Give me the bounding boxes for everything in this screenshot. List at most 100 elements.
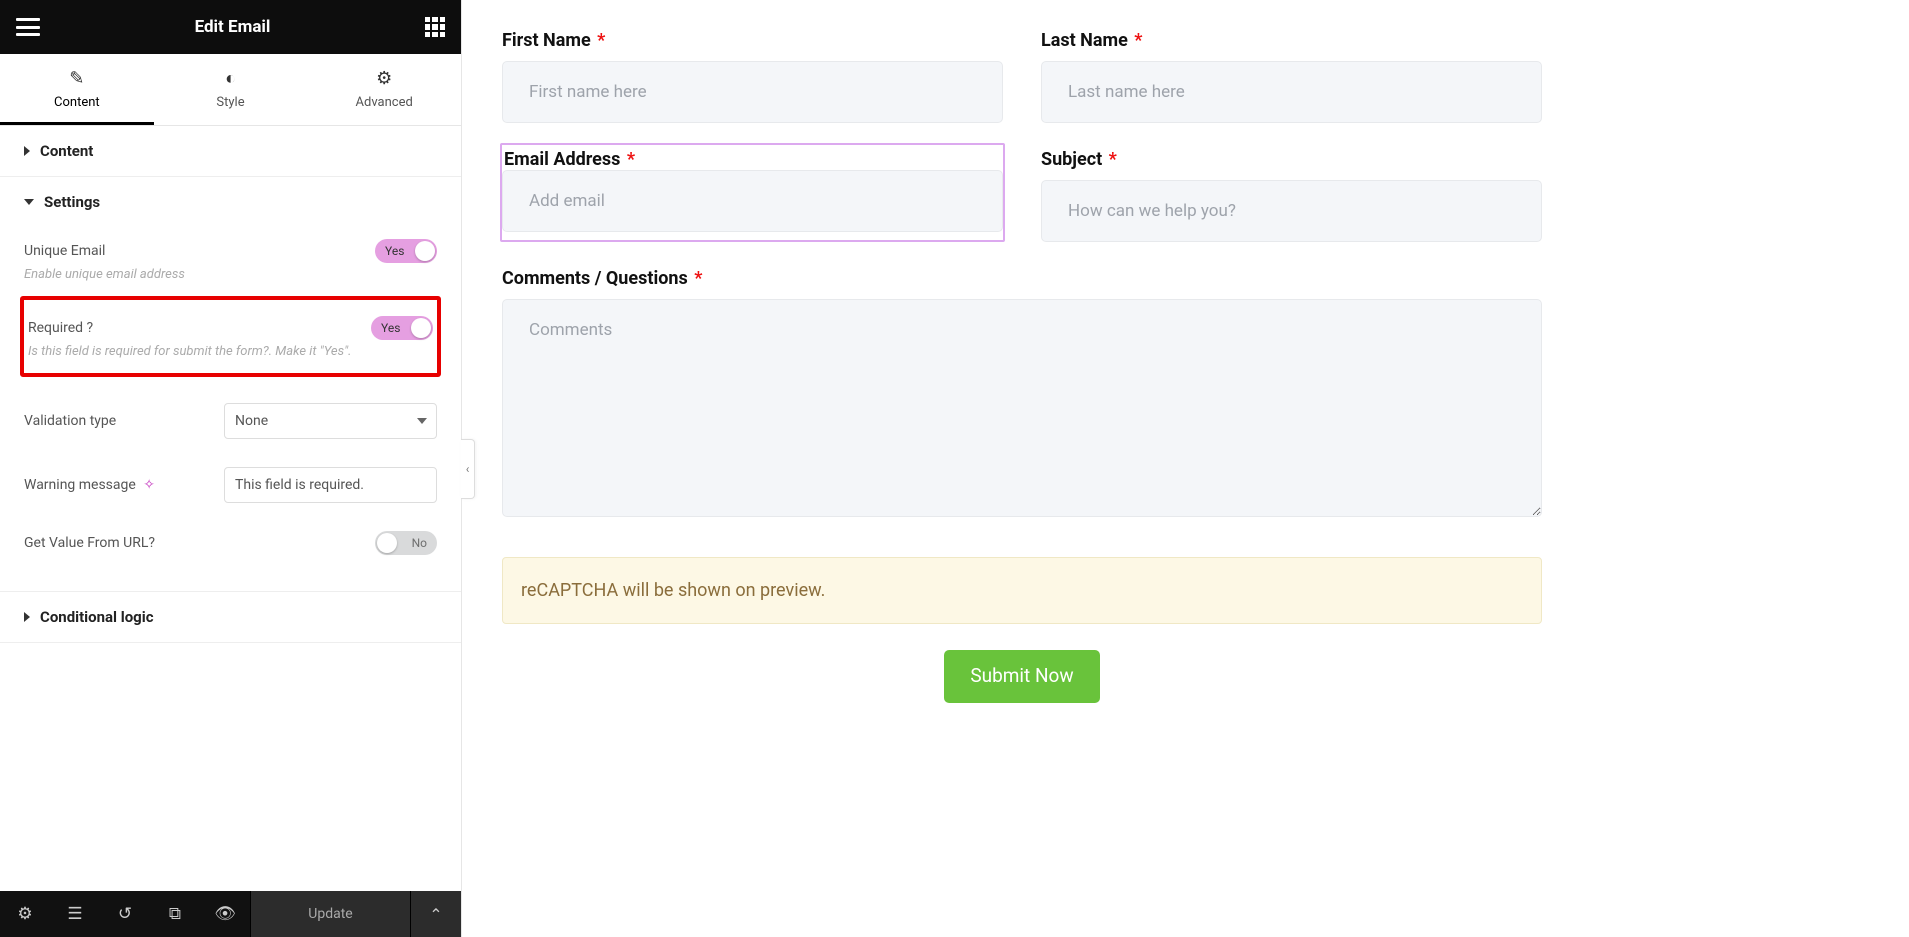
required-marker: * [593, 30, 606, 51]
field-comments[interactable]: Comments / Questions * [502, 268, 1542, 517]
section-conditional-label: Conditional logic [40, 608, 154, 626]
first-name-label: First Name * [502, 30, 1003, 51]
recaptcha-notice: reCAPTCHA will be shown on preview. [502, 557, 1542, 624]
tab-style-label: Style [216, 95, 244, 110]
unique-email-label: Unique Email [24, 243, 105, 259]
panel-header: Edit Email [0, 0, 461, 54]
editor-panel: Edit Email ✎ Content ◐ Style ⚙ Advanced … [0, 0, 462, 937]
form-preview: First Name * Last Name * Email Address *… [502, 30, 1542, 517]
comments-label-text: Comments / Questions [502, 268, 688, 289]
caret-right-icon [24, 146, 30, 156]
chevron-up-icon: ⌃ [429, 905, 442, 924]
unique-email-toggle-label: Yes [385, 244, 404, 258]
section-content-header[interactable]: Content [0, 126, 461, 176]
update-options-button[interactable]: ⌃ [411, 891, 461, 937]
required-label: Required ? [28, 320, 93, 336]
section-settings: Settings Unique Email Yes Enable unique … [0, 177, 461, 592]
caret-right-icon [24, 612, 30, 622]
contrast-icon: ◐ [154, 68, 308, 89]
field-last-name[interactable]: Last Name * [1041, 30, 1542, 123]
menu-icon[interactable] [16, 18, 40, 36]
warning-input[interactable] [224, 467, 437, 503]
subject-label: Subject * [1041, 149, 1542, 170]
history-icon: ↺ [118, 904, 132, 924]
devices-icon: ⧉ [169, 904, 181, 924]
email-input[interactable] [502, 170, 1003, 232]
unique-email-desc: Enable unique email address [24, 267, 437, 288]
tab-advanced[interactable]: ⚙ Advanced [307, 54, 461, 125]
gear-icon: ⚙ [307, 68, 461, 89]
required-marker: * [622, 149, 635, 170]
toggle-knob [411, 318, 431, 338]
control-unique-email: Unique Email Yes [24, 229, 437, 267]
submit-label: Submit Now [970, 664, 1073, 687]
footer-history-button[interactable]: ↺ [100, 891, 150, 937]
subject-input[interactable] [1041, 180, 1542, 242]
email-label-text: Email Address [504, 149, 620, 170]
field-subject[interactable]: Subject * [1041, 149, 1542, 242]
required-marker: * [1104, 149, 1117, 170]
required-toggle[interactable]: Yes [371, 316, 433, 340]
panel-footer: ⚙ ☰ ↺ ⧉ 👁 Update ⌃ [0, 891, 461, 937]
ai-sparkle-icon[interactable]: ✧ [143, 477, 155, 493]
control-from-url: Get Value From URL? No [24, 517, 437, 569]
tab-content-label: Content [54, 95, 100, 110]
section-conditional: Conditional logic [0, 592, 461, 643]
section-settings-label: Settings [44, 193, 100, 211]
warning-label-text: Warning message [24, 477, 136, 493]
warning-label: Warning message ✧ [24, 477, 224, 493]
control-validation: Validation type None [24, 389, 437, 453]
footer-settings-button[interactable]: ⚙ [0, 891, 50, 937]
panel-tabs: ✎ Content ◐ Style ⚙ Advanced [0, 54, 461, 126]
section-settings-body: Unique Email Yes Enable unique email add… [0, 227, 461, 591]
control-warning: Warning message ✧ [24, 453, 437, 517]
tab-advanced-label: Advanced [356, 95, 413, 110]
collapse-panel-handle[interactable]: ‹ [461, 439, 475, 499]
tab-content[interactable]: ✎ Content [0, 54, 154, 125]
unique-email-toggle[interactable]: Yes [375, 239, 437, 263]
update-button[interactable]: Update [250, 891, 411, 937]
gear-icon: ⚙ [17, 904, 32, 924]
email-label: Email Address * [502, 149, 635, 170]
apps-grid-icon[interactable] [425, 17, 445, 37]
first-name-label-text: First Name [502, 30, 591, 51]
toggle-knob [377, 533, 397, 553]
validation-select-wrap: None [224, 403, 437, 439]
section-settings-header[interactable]: Settings [0, 177, 461, 227]
footer-responsive-button[interactable]: ⧉ [150, 891, 200, 937]
eye-icon: 👁 [214, 904, 236, 924]
submit-button[interactable]: Submit Now [944, 650, 1099, 703]
from-url-toggle[interactable]: No [375, 531, 437, 555]
validation-select[interactable]: None [224, 403, 437, 439]
recaptcha-notice-text: reCAPTCHA will be shown on preview. [521, 580, 825, 601]
footer-preview-button[interactable]: 👁 [200, 891, 250, 937]
required-highlight: Required ? Yes Is this field is required… [20, 296, 441, 377]
field-first-name[interactable]: First Name * [502, 30, 1003, 123]
update-label: Update [308, 906, 352, 922]
last-name-input[interactable] [1041, 61, 1542, 123]
comments-textarea[interactable] [502, 299, 1542, 517]
required-desc: Is this field is required for submit the… [28, 344, 433, 365]
tab-style[interactable]: ◐ Style [154, 54, 308, 125]
validation-label: Validation type [24, 413, 224, 429]
comments-label: Comments / Questions * [502, 268, 1542, 289]
last-name-label: Last Name * [1041, 30, 1542, 51]
preview-canvas[interactable]: First Name * Last Name * Email Address *… [462, 0, 1909, 937]
field-email[interactable]: Email Address * [502, 149, 1003, 242]
required-marker: * [1130, 30, 1143, 51]
caret-down-icon [24, 199, 34, 205]
layers-icon: ☰ [67, 904, 82, 924]
from-url-toggle-label: No [412, 536, 427, 550]
subject-label-text: Subject [1041, 149, 1102, 170]
last-name-label-text: Last Name [1041, 30, 1128, 51]
footer-navigator-button[interactable]: ☰ [50, 891, 100, 937]
submit-wrap: Submit Now [502, 650, 1542, 703]
chevron-left-icon: ‹ [466, 462, 470, 476]
toggle-knob [415, 241, 435, 261]
required-marker: * [690, 268, 703, 289]
first-name-input[interactable] [502, 61, 1003, 123]
pencil-icon: ✎ [0, 68, 154, 89]
section-conditional-header[interactable]: Conditional logic [0, 592, 461, 642]
panel-title: Edit Email [40, 17, 425, 37]
panel-body: Content Settings Unique Email Yes Enable… [0, 126, 461, 891]
